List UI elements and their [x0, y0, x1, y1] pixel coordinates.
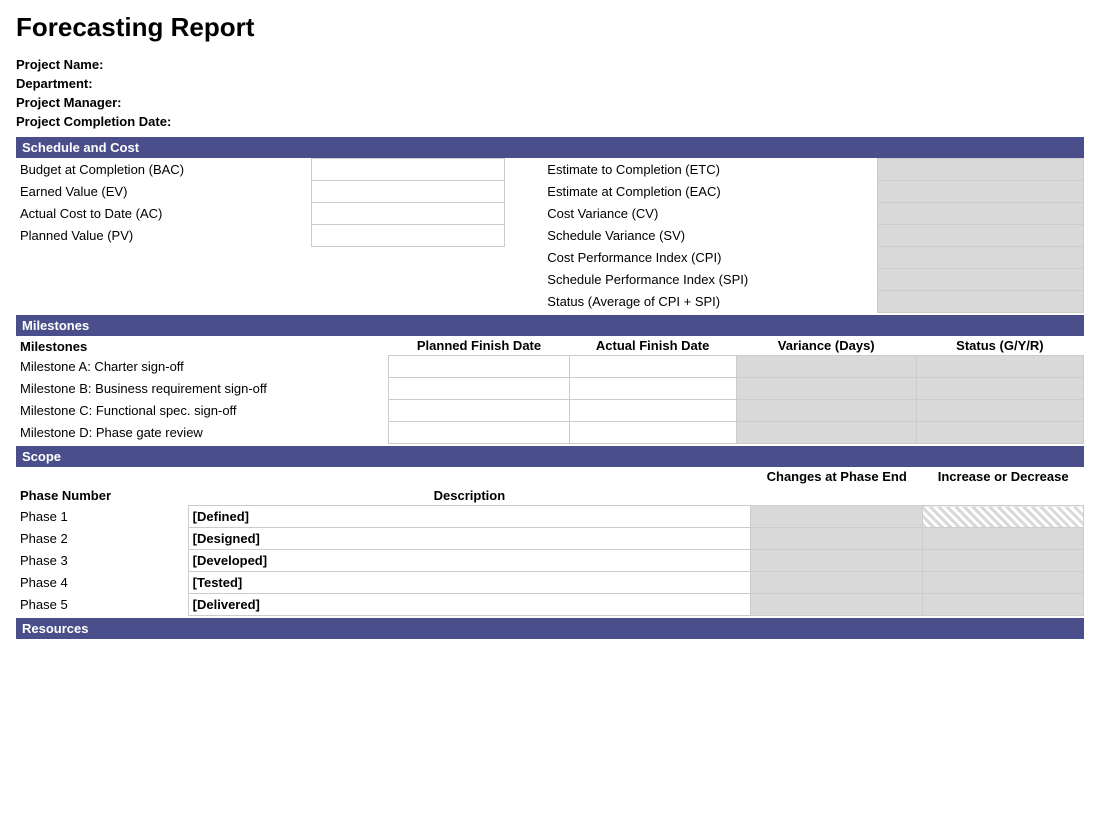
phase2-increase[interactable]	[923, 528, 1084, 550]
sv-input[interactable]	[878, 225, 1084, 247]
milestones-header-row: Milestones Planned Finish Date Actual Fi…	[16, 336, 1084, 356]
milestone-row-c: Milestone C: Functional spec. sign-off	[16, 400, 1084, 422]
cv-input[interactable]	[878, 203, 1084, 225]
milestone-a-planned[interactable]	[389, 356, 569, 378]
col-status-header: Status (G/Y/R)	[916, 336, 1083, 356]
cv-label: Cost Variance (CV)	[543, 203, 877, 225]
phase3-label: Phase 3	[16, 550, 188, 572]
etc-input[interactable]	[878, 159, 1084, 181]
spi-input[interactable]	[878, 269, 1084, 291]
schedule-cost-header: Schedule and Cost	[16, 137, 1084, 158]
milestone-row-d: Milestone D: Phase gate review	[16, 422, 1084, 444]
phase2-desc[interactable]: [Designed]	[188, 528, 750, 550]
milestone-c-actual[interactable]	[569, 400, 736, 422]
phase5-changes[interactable]	[751, 594, 923, 616]
pv-label: Planned Value (PV)	[16, 225, 312, 247]
phase4-changes[interactable]	[751, 572, 923, 594]
milestone-a-actual[interactable]	[569, 356, 736, 378]
milestone-b-planned[interactable]	[389, 378, 569, 400]
etc-label: Estimate to Completion (ETC)	[543, 159, 877, 181]
page-title: Forecasting Report	[16, 12, 1084, 43]
ev-label: Earned Value (EV)	[16, 181, 312, 203]
eac-label: Estimate at Completion (EAC)	[543, 181, 877, 203]
status-input[interactable]	[878, 291, 1084, 313]
milestone-b-actual[interactable]	[569, 378, 736, 400]
milestone-b-label: Milestone B: Business requirement sign-o…	[16, 378, 389, 400]
milestone-c-planned[interactable]	[389, 400, 569, 422]
scope-header-row-2: Phase Number Description	[16, 486, 1084, 506]
status-label: Status (Average of CPI + SPI)	[543, 291, 877, 313]
scope-row-1: Phase 1 [Defined]	[16, 506, 1084, 528]
scope-row-5: Phase 5 [Delivered]	[16, 594, 1084, 616]
department-label: Department:	[16, 76, 93, 91]
sv-label: Schedule Variance (SV)	[543, 225, 877, 247]
scope-header: Scope	[16, 446, 1084, 467]
col-changes-header: Changes at Phase End	[751, 467, 923, 486]
bac-label: Budget at Completion (BAC)	[16, 159, 312, 181]
col-increase-header: Increase or Decrease	[923, 467, 1084, 486]
milestone-b-status[interactable]	[916, 378, 1083, 400]
sc-row-7: Status (Average of CPI + SPI)	[16, 291, 1084, 313]
sc-row-5: Cost Performance Index (CPI)	[16, 247, 1084, 269]
ac-input[interactable]	[312, 203, 505, 225]
scope-header-row-1: Changes at Phase End Increase or Decreas…	[16, 467, 1084, 486]
milestone-b-variance[interactable]	[736, 378, 916, 400]
scope-row-2: Phase 2 [Designed]	[16, 528, 1084, 550]
phase5-desc[interactable]: [Delivered]	[188, 594, 750, 616]
project-name-label: Project Name:	[16, 57, 103, 72]
phase4-desc[interactable]: [Tested]	[188, 572, 750, 594]
milestone-c-label: Milestone C: Functional spec. sign-off	[16, 400, 389, 422]
milestone-c-status[interactable]	[916, 400, 1083, 422]
milestone-d-label: Milestone D: Phase gate review	[16, 422, 389, 444]
phase3-desc[interactable]: [Developed]	[188, 550, 750, 572]
phase2-changes[interactable]	[751, 528, 923, 550]
milestone-a-variance[interactable]	[736, 356, 916, 378]
pv-input[interactable]	[312, 225, 505, 247]
milestone-a-status[interactable]	[916, 356, 1083, 378]
phase3-increase[interactable]	[923, 550, 1084, 572]
milestone-a-label: Milestone A: Charter sign-off	[16, 356, 389, 378]
col-milestone-header: Milestones	[16, 336, 389, 356]
resources-header: Resources	[16, 618, 1084, 639]
phase1-increase[interactable]	[923, 506, 1084, 528]
ev-input[interactable]	[312, 181, 505, 203]
milestone-row-a: Milestone A: Charter sign-off	[16, 356, 1084, 378]
scope-row-4: Phase 4 [Tested]	[16, 572, 1084, 594]
sc-row-2: Earned Value (EV) Estimate at Completion…	[16, 181, 1084, 203]
completion-date-label: Project Completion Date:	[16, 114, 171, 129]
phase1-changes[interactable]	[751, 506, 923, 528]
phase4-label: Phase 4	[16, 572, 188, 594]
phase3-changes[interactable]	[751, 550, 923, 572]
milestone-row-b: Milestone B: Business requirement sign-o…	[16, 378, 1084, 400]
col-variance-header: Variance (Days)	[736, 336, 916, 356]
phase2-label: Phase 2	[16, 528, 188, 550]
phase5-label: Phase 5	[16, 594, 188, 616]
col-actual-header: Actual Finish Date	[569, 336, 736, 356]
milestones-header: Milestones	[16, 315, 1084, 336]
eac-input[interactable]	[878, 181, 1084, 203]
ac-label: Actual Cost to Date (AC)	[16, 203, 312, 225]
sc-row-1: Budget at Completion (BAC) Estimate to C…	[16, 159, 1084, 181]
phase5-increase[interactable]	[923, 594, 1084, 616]
cpi-input[interactable]	[878, 247, 1084, 269]
milestone-d-actual[interactable]	[569, 422, 736, 444]
phase4-increase[interactable]	[923, 572, 1084, 594]
project-manager-label: Project Manager:	[16, 95, 121, 110]
sc-row-6: Schedule Performance Index (SPI)	[16, 269, 1084, 291]
sc-row-4: Planned Value (PV) Schedule Variance (SV…	[16, 225, 1084, 247]
milestone-d-planned[interactable]	[389, 422, 569, 444]
col-planned-header: Planned Finish Date	[389, 336, 569, 356]
spi-label: Schedule Performance Index (SPI)	[543, 269, 877, 291]
cpi-label: Cost Performance Index (CPI)	[543, 247, 877, 269]
phase1-label: Phase 1	[16, 506, 188, 528]
milestone-d-status[interactable]	[916, 422, 1083, 444]
phase1-desc[interactable]: [Defined]	[188, 506, 750, 528]
milestone-c-variance[interactable]	[736, 400, 916, 422]
col-phase-header: Phase Number	[16, 486, 188, 506]
bac-input[interactable]	[312, 159, 505, 181]
col-desc-header: Description	[188, 486, 750, 506]
sc-row-3: Actual Cost to Date (AC) Cost Variance (…	[16, 203, 1084, 225]
scope-row-3: Phase 3 [Developed]	[16, 550, 1084, 572]
milestone-d-variance[interactable]	[736, 422, 916, 444]
